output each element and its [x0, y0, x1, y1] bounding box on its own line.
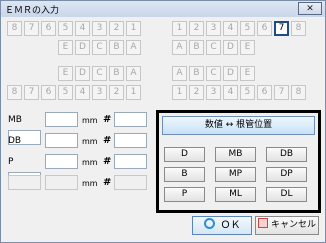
tooth-key[interactable]: C [92, 40, 107, 55]
tooth-key[interactable]: A [172, 66, 187, 81]
measurement-value-field-2[interactable] [45, 133, 78, 148]
close-button[interactable]: ✕ [298, 2, 322, 15]
root-canal-button[interactable]: MP [215, 167, 256, 182]
measurement-value-field-3[interactable] [45, 154, 78, 169]
ok-button[interactable]: ＯＫ [192, 216, 252, 235]
root-canal-button[interactable]: DL [266, 187, 307, 202]
canal-number-field-3[interactable] [114, 154, 147, 169]
tooth-key[interactable]: 3 [92, 21, 107, 36]
canal-number-field-2[interactable] [114, 133, 147, 148]
tooth-key[interactable]: 3 [92, 85, 107, 100]
unit-label-3: mm [82, 158, 98, 167]
value-canal-toggle-button[interactable]: 数値 ↔ 根管位置 [162, 116, 315, 135]
tooth-key[interactable]: B [109, 40, 124, 55]
tooth-key[interactable]: 6 [41, 21, 56, 36]
tooth-key[interactable]: 5 [240, 21, 255, 36]
tooth-key[interactable]: A [126, 40, 141, 55]
tooth-key[interactable]: 5 [240, 85, 255, 100]
tooth-key[interactable]: 6 [257, 85, 272, 100]
tooth-key[interactable]: 7 [24, 21, 39, 36]
tooth-key[interactable]: 8 [291, 21, 306, 36]
tooth-key[interactable]: 8 [291, 85, 306, 100]
tooth-key[interactable]: 2 [109, 85, 124, 100]
tooth-key[interactable]: 4 [223, 21, 238, 36]
tooth-key[interactable]: 5 [58, 85, 73, 100]
hash-label-1: # [103, 114, 112, 125]
measurement-value-field-4[interactable] [45, 175, 78, 190]
tooth-key[interactable]: D [223, 66, 238, 81]
unit-label-1: mm [82, 116, 98, 125]
measurement-value-field-1[interactable] [45, 112, 78, 127]
tooth-key[interactable]: 6 [257, 21, 272, 36]
tooth-key[interactable]: D [223, 40, 238, 55]
tooth-key[interactable]: 5 [58, 21, 73, 36]
tooth-key[interactable]: E [240, 66, 255, 81]
tooth-key[interactable]: 3 [206, 85, 221, 100]
hash-label-4: # [103, 177, 112, 188]
tooth-key[interactable]: 1 [172, 21, 187, 36]
measurement-label-mb: MB [8, 115, 22, 125]
hash-label-3: # [103, 156, 112, 167]
ok-label: ＯＫ [220, 220, 241, 231]
tooth-key[interactable]: E [58, 40, 73, 55]
unit-label-4: mm [82, 179, 98, 188]
tooth-key[interactable]: C [206, 66, 221, 81]
tooth-key[interactable]: 1 [126, 85, 141, 100]
measurement-label-db: DB [8, 136, 22, 146]
root-canal-button[interactable]: D [164, 147, 205, 162]
tooth-key[interactable]: 4 [223, 85, 238, 100]
tooth-key[interactable]: A [172, 40, 187, 55]
tooth-key[interactable]: 2 [109, 21, 124, 36]
root-canal-button[interactable]: B [164, 167, 205, 182]
unit-label-2: mm [82, 137, 98, 146]
tooth-key[interactable]: B [109, 66, 124, 81]
root-canal-button[interactable]: P [164, 187, 205, 202]
root-canal-button[interactable]: DP [266, 167, 307, 182]
cancel-icon [257, 218, 268, 228]
root-canal-button[interactable]: ML [215, 187, 256, 202]
tooth-key[interactable]: 8 [7, 21, 22, 36]
tooth-key[interactable]: 7 [24, 85, 39, 100]
tooth-key[interactable]: E [58, 66, 73, 81]
tooth-key[interactable]: 1 [172, 85, 187, 100]
cancel-button[interactable]: キャンセル [255, 216, 319, 235]
tooth-key[interactable]: B [189, 66, 204, 81]
tooth-key[interactable]: A [126, 66, 141, 81]
tooth-key[interactable]: 3 [206, 21, 221, 36]
root-canal-button[interactable]: DB [266, 147, 307, 162]
tooth-key[interactable]: 4 [75, 21, 90, 36]
tooth-key[interactable]: 6 [41, 85, 56, 100]
canal-number-field-1[interactable] [114, 112, 147, 127]
tooth-key[interactable]: D [75, 66, 90, 81]
tooth-key[interactable]: 1 [126, 21, 141, 36]
measurement-name-field-4[interactable] [8, 175, 41, 190]
window-title: ＥＭＲの入力 [5, 6, 60, 16]
cancel-label: キャンセル [270, 220, 316, 230]
tooth-key[interactable]: E [240, 40, 255, 55]
tooth-key[interactable]: 7 [274, 85, 289, 100]
hash-label-2: # [103, 135, 112, 146]
tooth-key[interactable]: D [75, 40, 90, 55]
measurement-label-p: P [8, 157, 14, 167]
title-bar: ＥＭＲの入力 ✕ [1, 1, 325, 17]
root-canal-button[interactable]: MB [215, 147, 256, 162]
tooth-key[interactable]: 8 [7, 85, 22, 100]
tooth-key[interactable]: C [92, 66, 107, 81]
tooth-key[interactable]: B [189, 40, 204, 55]
tooth-key[interactable]: 2 [189, 21, 204, 36]
tooth-key[interactable]: 4 [75, 85, 90, 100]
ok-icon [203, 218, 215, 229]
canal-number-field-4[interactable] [114, 175, 147, 190]
tooth-key[interactable]: 7 [274, 21, 289, 36]
tooth-key[interactable]: 2 [189, 85, 204, 100]
tooth-key[interactable]: C [206, 40, 221, 55]
